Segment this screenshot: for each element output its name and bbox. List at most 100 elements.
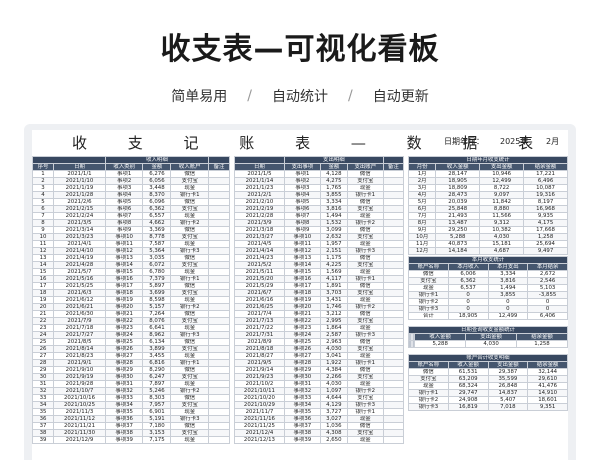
table-cell: 事项27	[283, 352, 321, 360]
table-cell: 2021/4/5	[234, 240, 285, 248]
table-row: 1 2021/1/1 事项1 6,276 微信	[32, 170, 231, 178]
table-cell: 2,266	[319, 373, 348, 381]
table-cell: 2021/4/10	[53, 247, 106, 255]
table-cell: 31	[32, 380, 55, 388]
table-cell: 微信	[170, 422, 209, 430]
table-cell: 7,897	[142, 380, 172, 388]
table-cell: 4	[32, 191, 55, 199]
table-cell: 事项20	[283, 303, 321, 311]
table-cell: 35,599	[487, 375, 529, 383]
month-value[interactable]: 2月	[546, 136, 559, 147]
table-cell: 事项28	[283, 359, 321, 367]
table-cell: 2021/8/23	[53, 352, 106, 360]
table-cell: 3,334	[319, 198, 348, 206]
table-cell: 事项6	[283, 205, 321, 213]
table-cell: 1,891	[319, 282, 348, 290]
table-cell: 3,727	[319, 408, 348, 416]
table-cell: 事项26	[283, 345, 321, 353]
table-cell	[207, 170, 231, 178]
table-cell: 5	[32, 198, 55, 206]
table-cell: 银行卡2	[346, 219, 384, 227]
table-cell: 19	[32, 296, 55, 304]
table-cell: 微信	[346, 310, 384, 318]
table-cell: 3,699	[142, 289, 172, 297]
table-cell: 6月	[407, 205, 437, 213]
table-cell: 15	[32, 268, 55, 276]
table-row: 8月 13,487 9,312 4,175	[407, 219, 568, 227]
table-cell	[382, 401, 405, 409]
table-cell: 12	[32, 247, 55, 255]
table-cell: 5,103	[527, 284, 568, 292]
spreadsheet-preview: 收 支 记 账 表 — 数 据 表 日期年月： 2025年 2月 收入明细 序号日…	[24, 124, 576, 460]
table-cell	[382, 303, 405, 311]
caption-row: 账户合计收支明细	[408, 354, 568, 362]
table-cell: 事项3	[283, 184, 321, 192]
table-cell: 2021/2/28	[234, 212, 285, 220]
table-row: 10 2021/3/23 事项10 8,778 支付宝	[32, 233, 231, 241]
table-cell: 微信	[170, 282, 209, 290]
table-cell	[382, 296, 405, 304]
table-cell: 6,557	[142, 212, 172, 220]
table-row: 1月 28,147 10,946 17,221	[407, 170, 568, 178]
table-cell: 10,382	[479, 226, 525, 234]
table-cell	[207, 254, 231, 262]
table-cell: 5,157	[142, 303, 172, 311]
table-cell: 2021/3/27	[234, 233, 285, 241]
table-cell: 支付宝	[346, 317, 384, 325]
table-cell: 40,873	[435, 240, 481, 248]
table-cell: 9,312	[479, 219, 525, 227]
table-cell: 2021/4/23	[234, 254, 285, 262]
table-row: 银行卡1 0 3,855 -3,855	[408, 291, 568, 299]
table-cell: 8,076	[142, 317, 172, 325]
table-row: 2021/10/29 事项34 4,129 银行卡3	[234, 401, 405, 409]
table-cell: 现金	[346, 268, 384, 276]
table-cell	[382, 415, 405, 423]
table-cell: 事项5	[283, 198, 321, 206]
table-cell: 现金	[346, 352, 384, 360]
table-cell: 6,276	[142, 170, 172, 178]
table-cell: 现金	[170, 296, 209, 304]
table-cell	[207, 317, 231, 325]
table-row: 11月 40,873 15,181 25,694	[407, 240, 568, 248]
column-header: 收入金额	[435, 163, 481, 171]
account-total-block: 账户合计收支明细 账户名称 收入金额 支出金额 结余金额 微信 61,531 29,387 32…	[408, 354, 568, 411]
table-cell: 8	[32, 219, 55, 227]
year-value[interactable]: 2025年	[500, 136, 528, 147]
table-row: 17 2021/5/25 事项17 5,897 微信	[32, 282, 231, 290]
table-cell: 16,819	[447, 403, 489, 411]
table-cell: 6,362	[142, 205, 172, 213]
table-cell: 银行卡3	[170, 415, 209, 423]
table-cell: 现金	[170, 212, 209, 220]
table-cell: 事项11	[283, 240, 321, 248]
table-cell: 0	[527, 305, 568, 313]
table-cell: 3,153	[142, 429, 172, 437]
table-cell: 1,036	[319, 422, 348, 430]
table-row: 2021/1/23 事项3 1,765 现金	[234, 184, 405, 192]
column-header: 结余金额	[516, 333, 568, 341]
table-cell: 3,334	[487, 270, 529, 278]
table-row: 2021/9/5 事项28 1,922 银行卡1	[234, 359, 405, 367]
group-header: 支出明细	[283, 156, 384, 164]
table-cell: 微信	[170, 310, 209, 318]
table-cell: 4,030	[319, 380, 348, 388]
tag-separator: /	[348, 88, 353, 104]
table-row: 31 2021/9/28 事项31 7,897 现金	[32, 380, 231, 388]
table-row: 33 2021/10/16 事项33 8,303 微信	[32, 394, 231, 402]
table-cell: 2021/11/12	[53, 415, 106, 423]
group-blank	[32, 156, 106, 164]
table-cell: 银行卡3	[408, 305, 449, 313]
table-cell: 银行卡1	[170, 191, 209, 199]
table-cell: 事项2	[104, 177, 144, 185]
table-cell: 3月	[407, 184, 437, 192]
income-table: 收入明细 序号 日期 收入类别 金额 收入账户 备注 1 2021/1/1 事项1 6,276 微信 2…	[32, 156, 231, 444]
table-cell: 35	[32, 408, 55, 416]
table-cell: 事项18	[283, 289, 321, 297]
table-cell	[207, 310, 231, 318]
header-row: 账户名称 收入金额 支出金额 结余金额	[408, 361, 568, 369]
table-cell: 4,117	[319, 275, 348, 283]
table-cell: 现金	[170, 352, 209, 360]
table-cell: 2021/7/9	[53, 317, 106, 325]
table-cell: 3,899	[142, 345, 172, 353]
table-cell: 现金	[170, 436, 209, 444]
table-cell: 5,364	[142, 247, 172, 255]
